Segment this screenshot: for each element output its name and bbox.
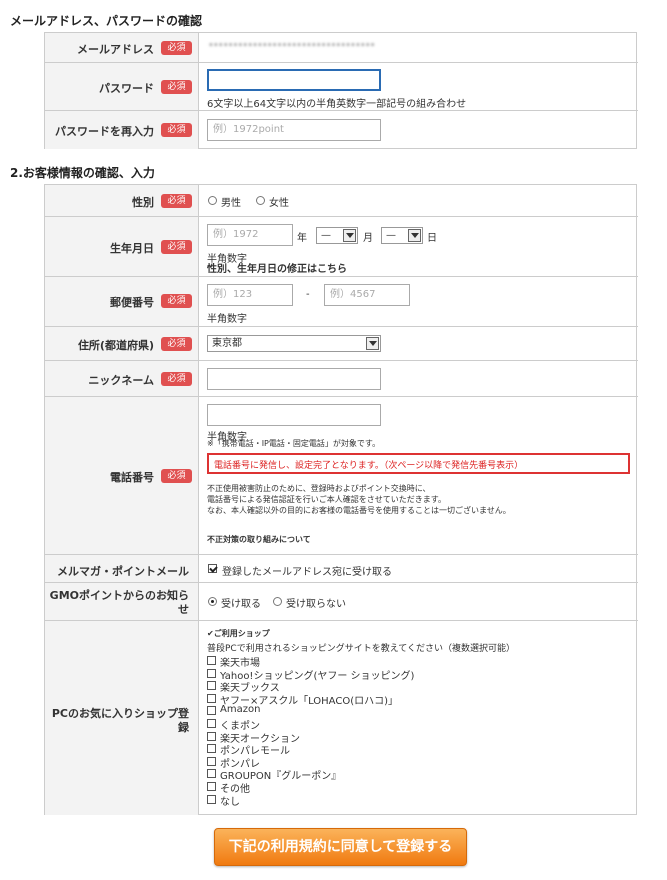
postal-code-1-input[interactable]: 例）123	[207, 284, 293, 306]
prefecture-label: 住所(都道府県)	[77, 339, 154, 352]
shop-checkbox[interactable]	[207, 794, 216, 804]
postal-row: 郵便番号 必須 例）123 - 例）4567 半角数字	[45, 277, 638, 327]
section-title-account: メールアドレス、パスワードの確認	[10, 14, 203, 28]
shop-heading: ✔ご利用ショップ	[207, 629, 270, 638]
fraud-policy-link[interactable]: 不正対策の取り組みについて	[207, 534, 311, 545]
required-badge: 必須	[161, 80, 192, 94]
gmo-label-line2: せ	[178, 603, 189, 616]
birth-year-input[interactable]: 例）1972	[207, 224, 293, 246]
gmo-receive-label: 受け取る	[221, 599, 261, 610]
postal-label: 郵便番号	[110, 296, 154, 309]
birth-label: 生年月日	[110, 242, 154, 255]
shop-label-line2: 録	[178, 721, 189, 734]
shop-checkbox[interactable]	[207, 756, 216, 766]
shop-checkbox[interactable]	[207, 731, 216, 741]
nickname-label: ニックネーム	[88, 374, 154, 387]
shop-checkbox[interactable]	[207, 744, 216, 754]
shop-description: 普段PCで利用されるショッピングサイトを教えてください（複数選択可能）	[207, 644, 515, 654]
gender-row: 性別 必須 男性 女性	[45, 185, 638, 217]
shop-option-label: Amazon	[220, 704, 261, 716]
customer-table: 性別 必須 男性 女性 生年月日 必須 例）1972 年 — 月 — 日 半角数…	[44, 184, 638, 815]
gmo-label-line1: GMOポイントからのお知ら	[49, 589, 189, 602]
password-confirm-label: パスワードを再入力	[55, 125, 154, 138]
mailmag-checkbox[interactable]	[208, 564, 217, 573]
required-badge: 必須	[161, 337, 192, 351]
nickname-row: ニックネーム 必須	[45, 361, 638, 397]
password-hint: 6文字以上64文字以内の半角英数字一部記号の組み合わせ	[207, 99, 467, 110]
gender-female-radio[interactable]	[256, 196, 265, 205]
gmo-receive-radio[interactable]	[208, 597, 217, 606]
gmo-not-receive-radio[interactable]	[273, 597, 282, 606]
required-badge: 必須	[161, 123, 192, 137]
required-badge: 必須	[161, 294, 192, 308]
phone-desc-2: 電話番号による発信認証を行いご本人確認をさせていただきます。	[207, 495, 446, 504]
nickname-input[interactable]	[207, 368, 381, 390]
password-input[interactable]	[207, 69, 381, 91]
birth-row: 生年月日 必須 例）1972 年 — 月 — 日 半角数字 性別、生年月日の修正…	[45, 217, 638, 277]
shop-checkbox[interactable]	[207, 706, 216, 716]
month-unit: 月	[363, 233, 373, 244]
year-unit: 年	[297, 233, 307, 244]
phone-row: 電話番号 必須 半角数字 ※「携帯電話・IP電話・固定電話」が対象です。 電話番…	[45, 397, 638, 555]
agree-register-button[interactable]: 下記の利用規約に同意して登録する	[214, 828, 467, 866]
required-badge: 必須	[161, 194, 192, 208]
account-table: メールアドレス 必須 •••••••••••••••••••••••••••••…	[44, 32, 638, 149]
gmo-notice-row: GMOポイントからのお知ら せ 受け取る 受け取らない	[45, 583, 638, 621]
chevron-down-icon	[343, 229, 356, 242]
postal-note: 半角数字	[207, 314, 247, 325]
section-title-customer: 2.お客様情報の確認、入力	[10, 166, 155, 180]
phone-target-note: ※「携帯電話・IP電話・固定電話」が対象です。	[207, 439, 381, 448]
gender-label: 性別	[132, 196, 154, 209]
shop-checkbox[interactable]	[207, 769, 216, 779]
prefecture-select[interactable]: 東京都	[207, 335, 381, 352]
gender-male-label: 男性	[221, 198, 241, 209]
birth-edit-link[interactable]: 性別、生年月日の修正はこちら	[207, 260, 347, 275]
favorite-shop-row: PCのお気に入りショップ登 録 ✔ご利用ショップ 普段PCで利用されるショッピン…	[45, 621, 638, 815]
password-confirm-input[interactable]: 例）1972point	[207, 119, 381, 141]
chevron-down-icon	[408, 229, 421, 242]
gmo-not-receive-label: 受け取らない	[286, 599, 346, 610]
password-confirm-row: パスワードを再入力 必須 例）1972point	[45, 111, 638, 149]
shop-checkbox[interactable]	[207, 693, 216, 703]
shop-option-label: なし	[220, 796, 240, 808]
required-badge: 必須	[161, 372, 192, 386]
phone-notice-box: 電話番号に発信し、設定完了となります。（次ページ以降で発信先番号表示）	[207, 453, 630, 474]
mailmag-row: メルマガ・ポイントメール 登録したメールアドレス宛に受け取る	[45, 555, 638, 583]
day-unit: 日	[427, 233, 437, 244]
chevron-down-icon	[366, 337, 379, 350]
gender-male-radio[interactable]	[208, 196, 217, 205]
gender-female-label: 女性	[269, 198, 289, 209]
phone-notice-text: 電話番号に発信し、設定完了となります。（次ページ以降で発信先番号表示）	[214, 461, 524, 471]
postal-code-2-input[interactable]: 例）4567	[324, 284, 410, 306]
check-circle-icon: ✔	[207, 629, 214, 638]
shop-checkbox[interactable]	[207, 681, 216, 691]
phone-label: 電話番号	[110, 471, 154, 484]
mailmag-label: メルマガ・ポイントメール	[57, 565, 189, 578]
shop-checkbox[interactable]	[207, 719, 216, 728]
shop-checkbox[interactable]	[207, 656, 216, 665]
email-label: メールアドレス	[77, 43, 154, 56]
password-row: パスワード 必須 6文字以上64文字以内の半角英数字一部記号の組み合わせ	[45, 63, 638, 111]
shop-checkbox[interactable]	[207, 782, 216, 791]
birth-day-select[interactable]: —	[381, 227, 423, 244]
phone-desc-3: なお、本人確認以外の目的にお客様の電話番号を使用することは一切ございません。	[207, 506, 511, 515]
password-label: パスワード	[99, 82, 154, 95]
required-badge: 必須	[161, 41, 192, 55]
mailmag-option-label: 登録したメールアドレス宛に受け取る	[222, 567, 392, 578]
postal-separator: -	[306, 289, 310, 300]
required-badge: 必須	[161, 469, 192, 483]
email-value: ••••••••••••••••••••••••••••••••••	[208, 40, 376, 51]
phone-input[interactable]	[207, 404, 381, 426]
birth-month-select[interactable]: —	[316, 227, 358, 244]
email-row: メールアドレス 必須 •••••••••••••••••••••••••••••…	[45, 33, 638, 63]
shop-checkbox[interactable]	[207, 668, 216, 678]
required-badge: 必須	[161, 240, 192, 254]
prefecture-row: 住所(都道府県) 必須 東京都	[45, 327, 638, 361]
shop-label-line1: PCのお気に入りショップ登	[51, 707, 189, 720]
phone-desc-1: 不正使用被害防止のために、登録時およびポイント交換時に、	[207, 484, 431, 493]
